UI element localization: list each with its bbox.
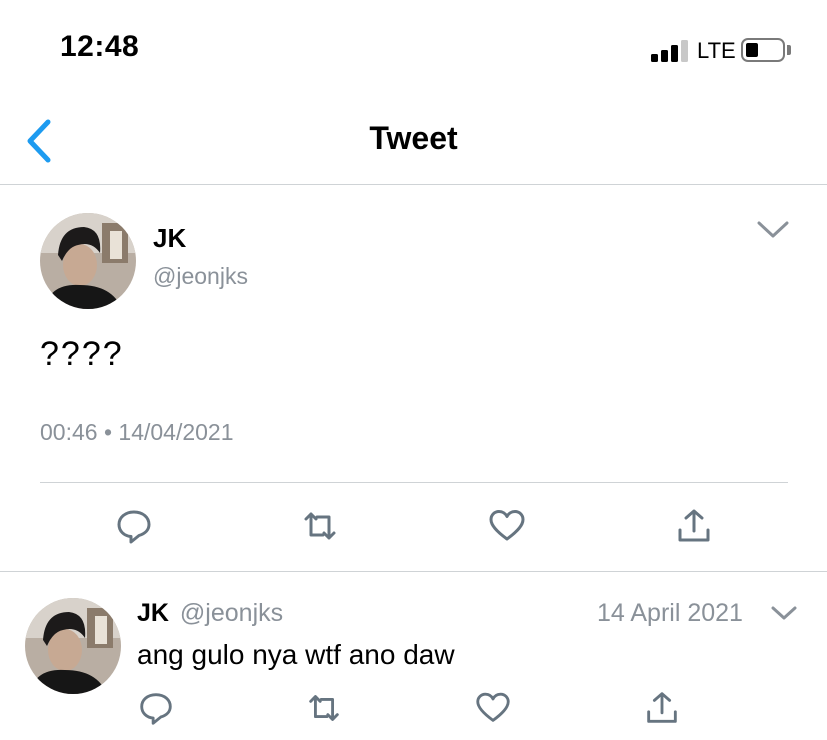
reply-icon <box>140 693 172 725</box>
tweet-date: 14/04/2021 <box>118 419 234 445</box>
like-button[interactable] <box>486 505 528 547</box>
like-icon <box>489 510 525 541</box>
status-bar: 12:48 LTE <box>0 0 827 100</box>
retweet-button[interactable] <box>304 688 344 728</box>
nav-bar: Tweet <box>0 100 827 185</box>
meta-separator: • <box>103 419 113 445</box>
retweet-button[interactable] <box>299 505 341 547</box>
avatar-image <box>25 598 121 694</box>
divider <box>40 482 788 483</box>
reply-text: ang gulo nya wtf ano daw <box>137 639 455 670</box>
tweet-text: ???? <box>40 335 124 373</box>
retweet-icon <box>309 695 339 721</box>
signal-icon <box>651 40 689 62</box>
reply-tweet[interactable]: JK @jeonjks 14 April 2021 ang gulo nya w… <box>0 573 827 740</box>
like-icon <box>476 692 510 722</box>
avatar[interactable] <box>40 213 136 309</box>
network-type: LTE <box>697 38 736 63</box>
author-name[interactable]: JK <box>137 599 169 627</box>
avatar[interactable] <box>25 598 121 694</box>
share-icon <box>647 692 677 723</box>
author-name[interactable]: JK <box>153 223 186 254</box>
tweet-options-button[interactable] <box>756 219 790 241</box>
tweet-timestamp: 00:46 • 14/04/2021 <box>40 419 234 446</box>
tweet-actions <box>0 505 827 549</box>
tweet-time: 00:46 <box>40 419 98 445</box>
reply-header: JK @jeonjks <box>137 599 283 628</box>
reply-button[interactable] <box>113 505 155 547</box>
reply-date: 14 April 2021 <box>597 599 743 627</box>
battery-icon <box>741 38 785 62</box>
avatar-image <box>40 213 136 309</box>
share-icon <box>678 509 710 542</box>
author-handle[interactable]: @jeonjks <box>153 263 248 290</box>
page-title: Tweet <box>369 120 458 156</box>
reply-icon <box>117 510 151 544</box>
author-handle[interactable]: @jeonjks <box>180 599 283 627</box>
like-button[interactable] <box>473 688 513 728</box>
reply-options-button[interactable] <box>770 605 798 623</box>
chevron-down-icon <box>771 606 797 620</box>
share-button[interactable] <box>642 688 682 728</box>
main-tweet: JK @jeonjks ???? 00:46 • 14/04/2021 <box>0 185 827 572</box>
chevron-down-icon <box>757 221 789 238</box>
share-button[interactable] <box>673 505 715 547</box>
reply-actions <box>0 688 827 732</box>
reply-button[interactable] <box>136 688 176 728</box>
status-time: 12:48 <box>60 30 140 63</box>
battery-cap <box>787 45 791 55</box>
retweet-icon <box>304 512 336 540</box>
